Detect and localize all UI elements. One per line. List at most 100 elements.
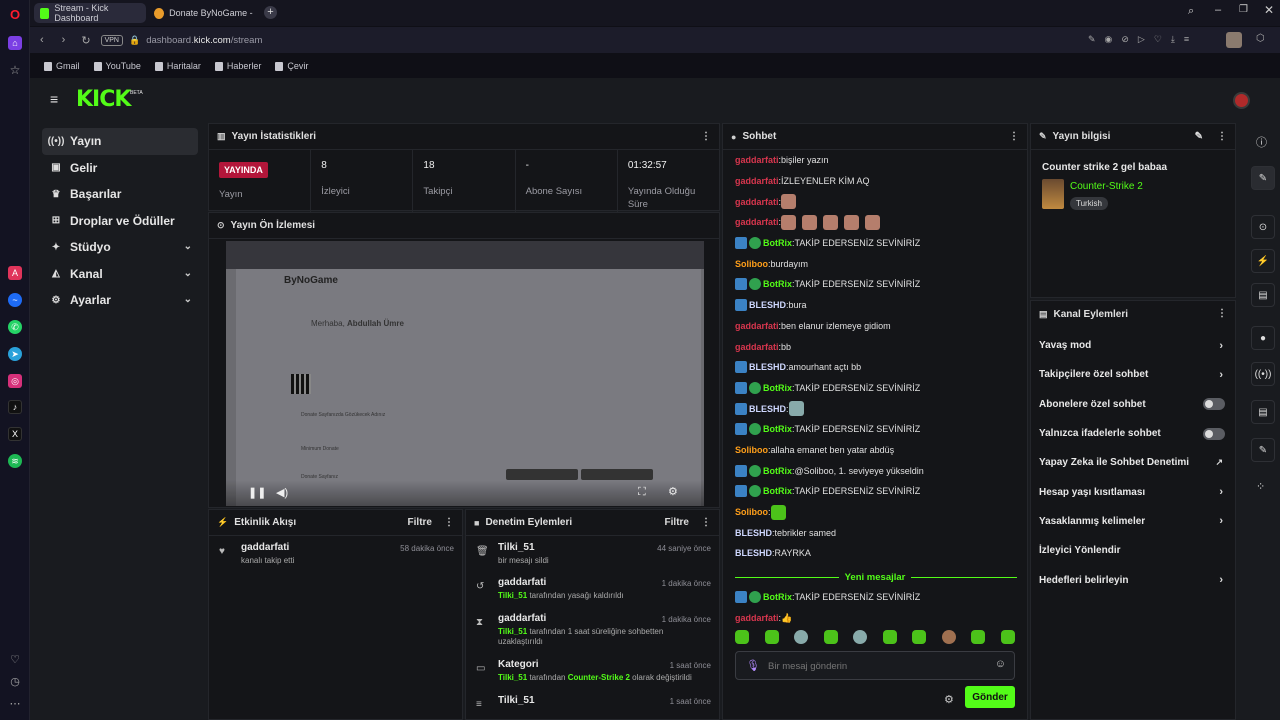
category-name[interactable]: Counter-Strike 2 (1070, 181, 1143, 192)
chat-username[interactable]: gaddarfati (735, 176, 779, 186)
tab-kick-dashboard[interactable]: Stream - Kick Dashboard (34, 3, 146, 23)
banned-words-action[interactable]: Yasaklanmış kelimeler › (1031, 507, 1235, 536)
more-options-icon[interactable]: ⋮ (1217, 131, 1227, 142)
messenger-icon[interactable]: ~ (8, 293, 22, 307)
emote-icon[interactable] (912, 630, 927, 644)
chat-username[interactable]: BLESHD (749, 404, 786, 414)
emote-icon[interactable] (764, 630, 779, 644)
bolt-tool-button[interactable]: ⚡ (1251, 249, 1275, 273)
fullscreen-icon[interactable]: ⛶ (638, 486, 646, 499)
user-avatar[interactable] (1233, 92, 1250, 109)
command-tool-button[interactable]: ▤ (1251, 400, 1275, 424)
minimize-button[interactable]: – (1215, 4, 1221, 16)
chat-username[interactable]: gaddarfati (735, 217, 779, 227)
maximize-button[interactable]: ❐ (1239, 4, 1248, 15)
nav-item-basarilar[interactable]: ♛ Başarılar (42, 181, 198, 208)
microphone-icon[interactable]: 🎙 (746, 659, 760, 672)
chat-settings-icon[interactable]: ⚙ (944, 693, 954, 706)
emotes-only-toggle[interactable] (1203, 427, 1225, 440)
video-preview[interactable]: ByNoGame Merhaba, Abdullah Ümre Donate S… (226, 241, 704, 506)
whatsapp-icon[interactable]: ✆ (8, 320, 22, 334)
settings-icon[interactable]: ⚙ (668, 485, 678, 498)
chat-username[interactable]: Soliboo (735, 507, 768, 517)
reload-icon[interactable]: ↻ (81, 34, 90, 47)
more-options-icon[interactable]: ⋮ (1009, 131, 1019, 142)
hamburger-menu-icon[interactable]: ≡ (50, 91, 58, 107)
mod-actor[interactable]: Tilki_51 (498, 627, 527, 636)
home-icon[interactable]: ⌂ (8, 36, 22, 50)
ai-moderation-action[interactable]: Yapay Zeka ile Sohbet Denetimi ↗ (1031, 448, 1235, 477)
chat-username[interactable]: BLESHD (735, 528, 772, 538)
chat-username[interactable]: BotRix (763, 466, 792, 476)
search-tabs-icon[interactable]: ⌕ (1188, 5, 1194, 18)
wrench-tool-button[interactable]: ✎ (1251, 438, 1275, 462)
send-button[interactable]: Gönder (965, 686, 1015, 708)
category-thumbnail[interactable] (1042, 179, 1064, 209)
emote-icon[interactable] (1000, 630, 1015, 644)
info-icon[interactable]: ⓘ (1256, 134, 1267, 150)
more-options-icon[interactable]: ⋮ (701, 131, 711, 142)
emote-icon[interactable] (941, 630, 956, 644)
nav-item-droplar[interactable]: ⊞ Droplar ve Ödüller (42, 208, 198, 235)
more-icon[interactable]: ⋯ (8, 696, 22, 710)
bookmark-cevir[interactable]: Çevir (275, 61, 308, 71)
back-icon[interactable]: ‹ (40, 34, 44, 46)
chat-username[interactable]: Soliboo (735, 259, 768, 269)
emote-icon[interactable] (882, 630, 897, 644)
emote-icon[interactable] (971, 630, 986, 644)
bookmark-gmail[interactable]: Gmail (44, 61, 80, 71)
more-tools-icon[interactable]: ⁘ (1256, 480, 1265, 493)
x-icon[interactable]: X (8, 427, 22, 441)
subscribers-only-toggle[interactable] (1203, 398, 1225, 411)
chat-username[interactable]: gaddarfati (735, 613, 779, 623)
nav-item-studyo[interactable]: ✦ Stüdyo ⌄ (42, 234, 198, 261)
document-tool-button[interactable]: ▤ (1251, 283, 1275, 307)
filter-button[interactable]: Filtre (665, 517, 689, 528)
vpn-badge[interactable]: VPN (100, 34, 123, 46)
profile-avatar[interactable] (1226, 32, 1242, 48)
chat-username[interactable]: BotRix (763, 238, 792, 248)
star-icon[interactable]: ☆ (8, 63, 22, 77)
emoji-picker-icon[interactable]: ☺ (995, 658, 1006, 670)
tiktok-icon[interactable]: ♪ (8, 400, 22, 414)
raid-viewers-action[interactable]: İzleyici Yönlendir (1031, 536, 1235, 565)
more-options-icon[interactable]: ⋮ (701, 517, 711, 528)
chat-input[interactable] (768, 658, 988, 674)
mod-actor[interactable]: Tilki_51 (498, 591, 527, 600)
chat-username[interactable]: gaddarfati (735, 342, 779, 352)
kick-logo[interactable]: KICK (76, 87, 131, 112)
emote-icon[interactable] (853, 630, 868, 644)
edit-tool-button[interactable]: ✎ (1251, 166, 1275, 190)
followers-only-action[interactable]: Takipçilere özel sohbet › (1031, 360, 1235, 389)
chat-username[interactable]: gaddarfati (735, 321, 779, 331)
mod-category[interactable]: Counter-Strike 2 (568, 673, 630, 682)
slow-mode-action[interactable]: Yavaş mod › (1031, 331, 1235, 360)
nav-item-yayin[interactable]: ((•)) Yayın (42, 128, 198, 155)
more-options-icon[interactable]: ⋮ (1217, 308, 1227, 319)
new-tab-button[interactable]: + (264, 6, 277, 19)
tab-donate[interactable]: Donate ByNoGame - Stre (148, 3, 260, 23)
close-window-button[interactable]: ✕ (1264, 3, 1274, 17)
url-field[interactable]: dashboard.kick.com/stream (146, 35, 262, 46)
more-options-icon[interactable]: ⋮ (444, 517, 454, 528)
extensions-icon[interactable]: ⬡ (1256, 33, 1265, 44)
spotify-icon[interactable]: ≋ (8, 454, 22, 468)
chat-username[interactable]: BotRix (763, 279, 792, 289)
volume-icon[interactable]: ◀) (276, 486, 288, 499)
emote-icon[interactable] (823, 630, 838, 644)
chat-username[interactable]: gaddarfati (735, 197, 779, 207)
nav-item-ayarlar[interactable]: ⚙ Ayarlar ⌄ (42, 287, 198, 314)
bookmark-youtube[interactable]: YouTube (93, 61, 141, 71)
chat-username[interactable]: BotRix (763, 486, 792, 496)
filter-button[interactable]: Filtre (408, 517, 432, 528)
history-icon[interactable]: ◷ (8, 674, 22, 688)
nav-item-gelir[interactable]: ▣ Gelir (42, 155, 198, 182)
bookmark-haritalar[interactable]: Haritalar (154, 61, 201, 71)
emote-icon[interactable] (794, 630, 809, 644)
forward-icon[interactable]: › (62, 34, 66, 46)
chat-username[interactable]: Soliboo (735, 445, 768, 455)
chat-tool-button[interactable]: ● (1251, 326, 1275, 350)
preview-tool-button[interactable]: ⊙ (1251, 215, 1275, 239)
broadcast-tool-button[interactable]: ((•)) (1251, 362, 1275, 386)
chat-username[interactable]: BLESHD (749, 300, 786, 310)
